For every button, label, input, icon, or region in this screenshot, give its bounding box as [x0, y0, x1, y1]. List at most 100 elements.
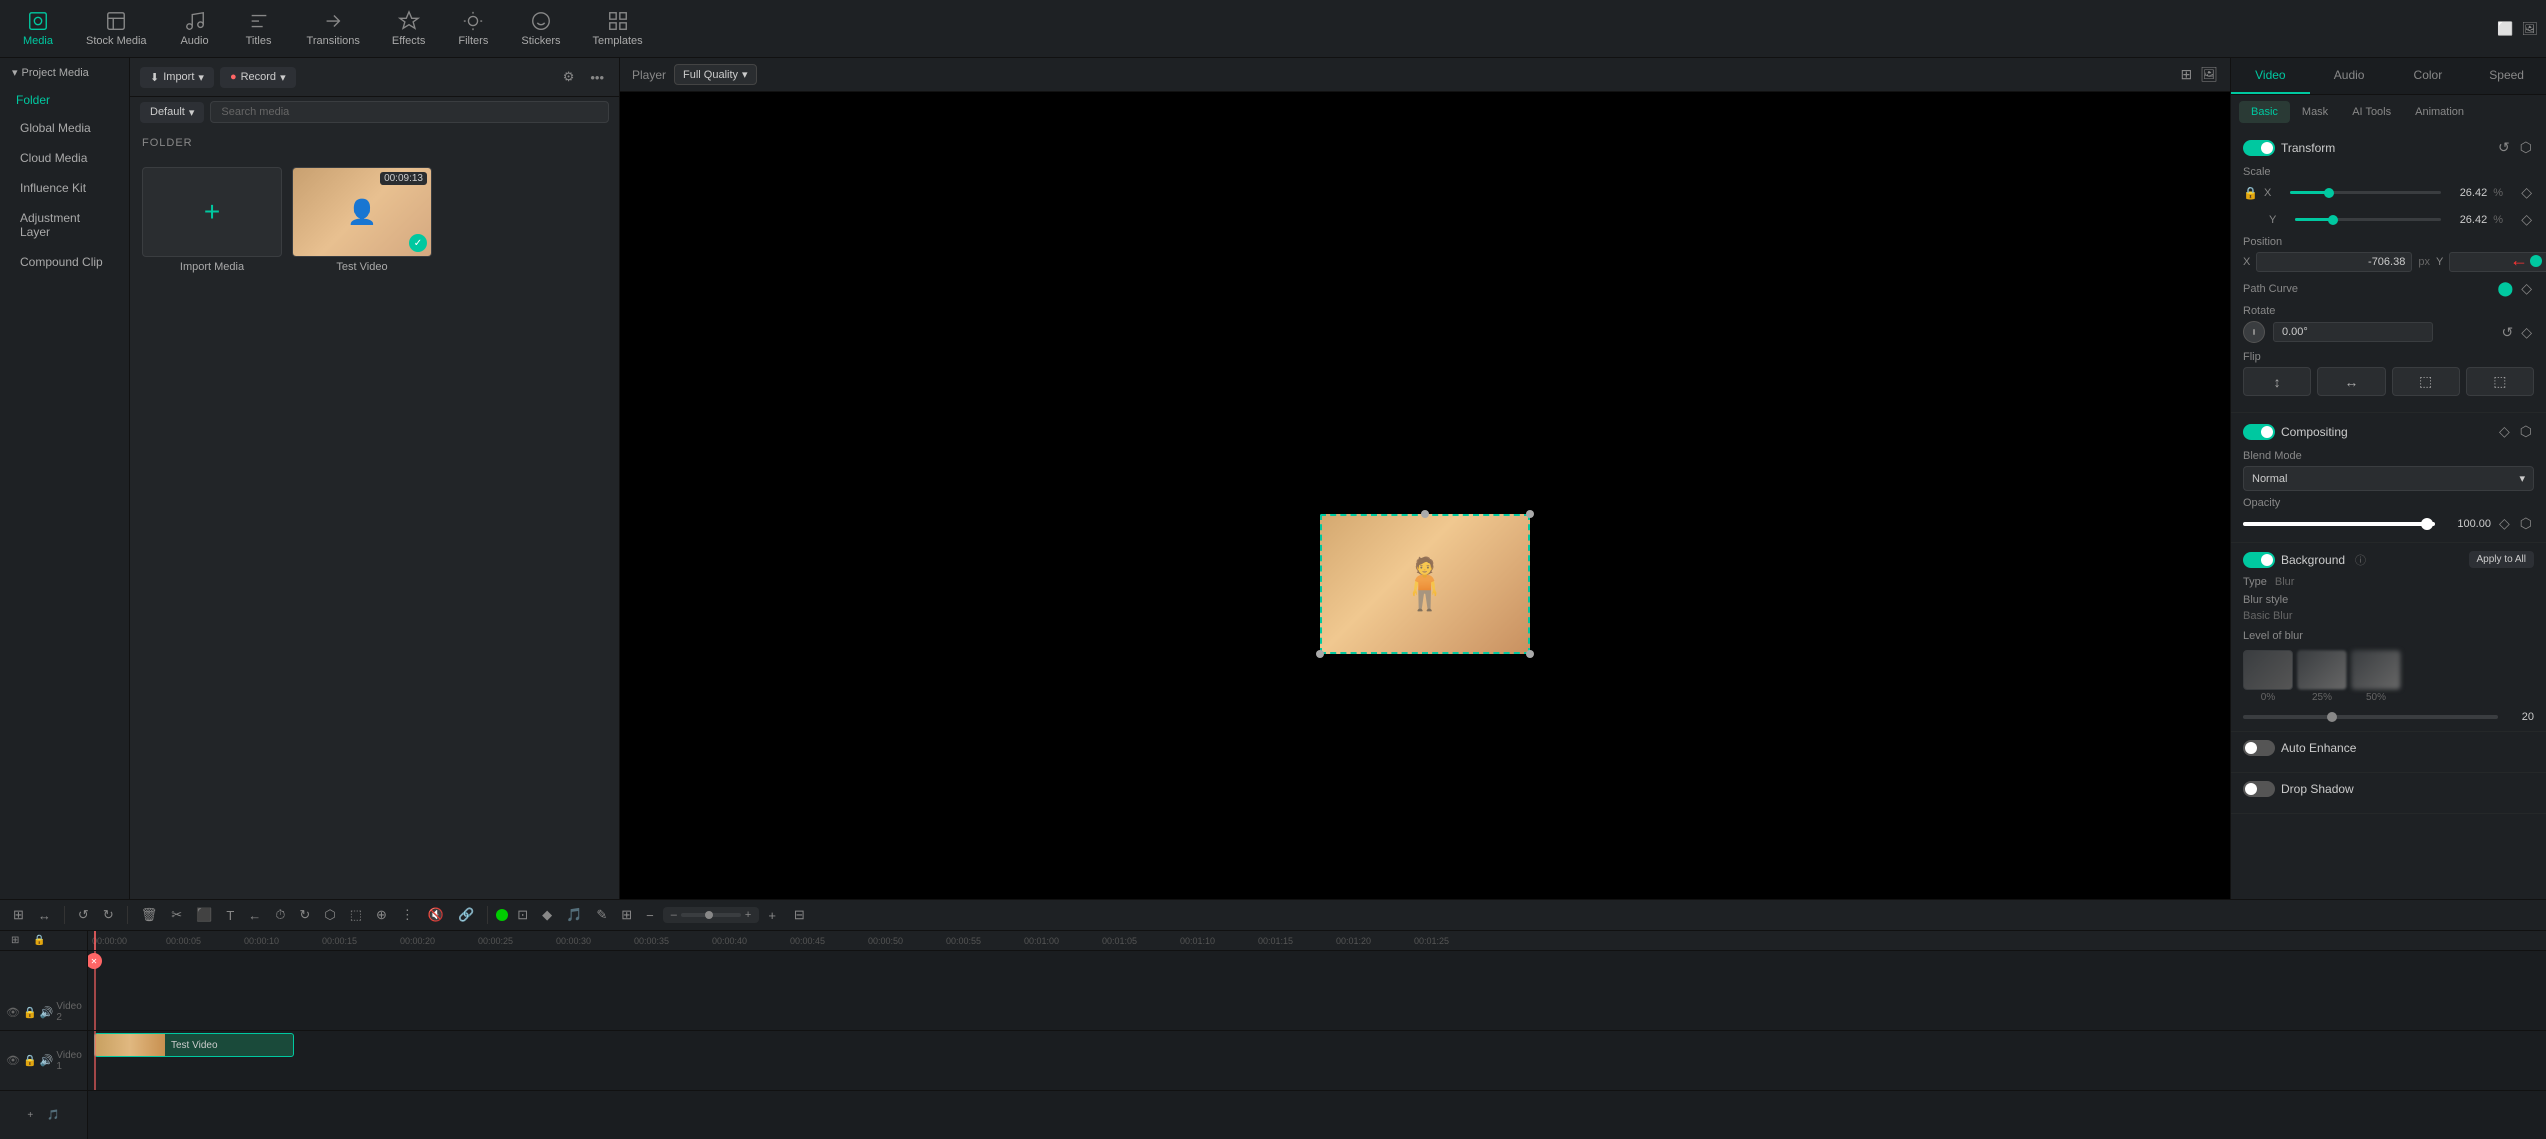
delete-button[interactable]: 🗑	[136, 904, 163, 926]
opacity-keyframe-button[interactable]: ◇	[2497, 513, 2512, 534]
rotate-dial[interactable]	[2243, 321, 2265, 343]
compositing-keyframe-button[interactable]: ◇	[2497, 421, 2512, 442]
nav-transitions[interactable]: Transitions	[293, 6, 374, 51]
sub-tab-mask[interactable]: Mask	[2290, 101, 2340, 123]
level-blur-handle[interactable]	[2327, 712, 2337, 722]
crop2-button[interactable]: ⬚	[345, 904, 367, 926]
flip-vertical-button[interactable]: ↕	[2243, 367, 2311, 396]
nav-templates[interactable]: Templates	[578, 6, 656, 51]
ripple-button[interactable]: ↔	[33, 905, 56, 926]
import-media-thumb[interactable]: +	[142, 167, 282, 257]
top-handle[interactable]	[1421, 510, 1429, 518]
rotate-input[interactable]	[2273, 322, 2433, 342]
opacity-expand-button[interactable]: ⬡	[2518, 513, 2534, 534]
nav-filters[interactable]: Filters	[443, 6, 503, 51]
video2-track[interactable]: ✕	[88, 951, 2546, 1031]
video2-sound-button[interactable]: 🔊	[40, 1006, 54, 1019]
path-curve-toggle[interactable]: ⬤	[2496, 278, 2516, 299]
level-blur-slider[interactable]	[2243, 715, 2498, 719]
redo-button[interactable]: ↻	[98, 904, 119, 926]
rotate-keyframe-button[interactable]: ◇	[2519, 322, 2534, 343]
tab-speed[interactable]: Speed	[2467, 58, 2546, 94]
sidebar-item-adjustment[interactable]: Adjustment Layer	[4, 204, 125, 246]
timeline-audio-button[interactable]: 🎵	[561, 904, 587, 926]
link-button[interactable]: 🔗	[453, 904, 479, 926]
arrow-button[interactable]: ←	[243, 905, 266, 926]
sidebar-item-folder[interactable]: Folder	[0, 87, 129, 113]
overlay-button[interactable]: ⊕	[371, 904, 392, 926]
scale-x-slider[interactable]	[2290, 191, 2441, 194]
timeline-clip[interactable]: Test Video	[94, 1033, 294, 1057]
undo-button[interactable]: ↺	[73, 904, 94, 926]
scale-y-keyframe-button[interactable]: ◇	[2519, 209, 2534, 230]
mute-button[interactable]: 🔇	[423, 904, 449, 926]
player-photo-icon[interactable]: 🖼	[2200, 66, 2218, 83]
compositing-expand-button[interactable]: ⬡	[2518, 421, 2534, 442]
speed-button[interactable]: ⏱	[270, 904, 290, 926]
more-options-icon[interactable]: •••	[585, 67, 609, 88]
nav-effects[interactable]: Effects	[378, 6, 439, 51]
sub-tab-animation[interactable]: Animation	[2403, 101, 2476, 123]
timeline-zoom-out[interactable]: −	[641, 905, 659, 926]
video1-sound-button[interactable]: 🔊	[40, 1054, 54, 1067]
playhead-head[interactable]: ✕	[88, 953, 102, 969]
scale-y-handle[interactable]	[2328, 215, 2338, 225]
scale-x-keyframe-button[interactable]: ◇	[2519, 182, 2534, 203]
transform-reset-button[interactable]: ↺	[2496, 137, 2512, 158]
flip-option3-button[interactable]: ⬚	[2392, 367, 2460, 396]
opacity-slider[interactable]	[2243, 522, 2435, 526]
crop-button[interactable]: ⬛	[191, 904, 217, 926]
default-view-button[interactable]: Default ▾	[140, 102, 204, 123]
path-curve-keyframe[interactable]: ◇	[2519, 278, 2534, 299]
cut-timeline-button[interactable]: ✂	[166, 904, 187, 926]
filter-icon[interactable]: ⚙	[558, 66, 580, 88]
transform-toggle[interactable]	[2243, 140, 2275, 156]
sidebar-item-global[interactable]: Global Media	[4, 114, 125, 142]
flip-option4-button[interactable]: ⬚	[2466, 367, 2534, 396]
background-toggle[interactable]	[2243, 552, 2275, 568]
nav-media[interactable]: Media	[8, 6, 68, 51]
rotate-reset-button[interactable]: ↺	[2499, 322, 2515, 343]
timeline-marker-button[interactable]: ◆	[537, 904, 557, 926]
mirror-button[interactable]: ⬡	[319, 904, 340, 926]
player-quality-selector[interactable]: Full Quality ▾	[674, 64, 757, 85]
video2-eye-button[interactable]: 👁	[6, 1006, 20, 1019]
sub-tab-aitools[interactable]: AI Tools	[2340, 101, 2403, 123]
lock-icon[interactable]: 🔒	[2243, 186, 2258, 200]
zoom-handle[interactable]	[705, 911, 713, 919]
sidebar-item-influence[interactable]: Influence Kit	[4, 174, 125, 202]
import-button[interactable]: ⬇ Import ▾	[140, 67, 214, 88]
sidebar-item-compound[interactable]: Compound Clip	[4, 248, 125, 276]
add-track-button[interactable]: ⊞	[8, 904, 29, 926]
test-video-thumb[interactable]: 👤 00:09:13 ✓	[292, 167, 432, 257]
timeline-record-button[interactable]	[496, 909, 508, 921]
tab-color[interactable]: Color	[2389, 58, 2468, 94]
video1-lock-button[interactable]: 🔒	[23, 1054, 37, 1067]
blur-swatch-1[interactable]: 0%	[2243, 650, 2293, 703]
tab-audio[interactable]: Audio	[2310, 58, 2389, 94]
nav-titles[interactable]: Titles	[229, 6, 289, 51]
share-icon[interactable]: 🖼	[2521, 21, 2538, 37]
blur-swatch-2[interactable]: 25%	[2297, 650, 2347, 703]
tl-snap-toggle[interactable]: ⊞	[6, 932, 24, 949]
add-audio-track[interactable]: 🎵	[42, 1107, 64, 1124]
bottom-left-handle[interactable]	[1316, 650, 1324, 658]
split-button[interactable]: ⋮	[396, 904, 419, 926]
blend-mode-selector[interactable]: Normal ▾	[2243, 466, 2534, 491]
video1-eye-button[interactable]: 👁	[6, 1054, 20, 1067]
transform-expand-button[interactable]: ⬡	[2518, 137, 2534, 158]
flip-horizontal-button[interactable]: ↔	[2317, 367, 2385, 396]
nav-audio[interactable]: Audio	[165, 6, 225, 51]
video1-track[interactable]: Test Video	[88, 1031, 2546, 1091]
bottom-right-handle[interactable]	[1526, 650, 1534, 658]
background-info-icon[interactable]: ⓘ	[2355, 552, 2366, 568]
fullscreen-icon[interactable]: ⬜	[2497, 21, 2513, 37]
timeline-edit-button[interactable]: ✎	[591, 904, 612, 926]
timeline-plus-button[interactable]: +	[763, 905, 781, 926]
nav-stickers[interactable]: Stickers	[507, 6, 574, 51]
timeline-grid-button[interactable]: ⊟	[789, 904, 810, 926]
blur-swatch-3[interactable]: 50%	[2351, 650, 2401, 703]
loop-button[interactable]: ↻	[294, 904, 315, 926]
timeline-group-button[interactable]: ⊞	[616, 904, 637, 926]
pos-x-input[interactable]	[2256, 252, 2412, 272]
